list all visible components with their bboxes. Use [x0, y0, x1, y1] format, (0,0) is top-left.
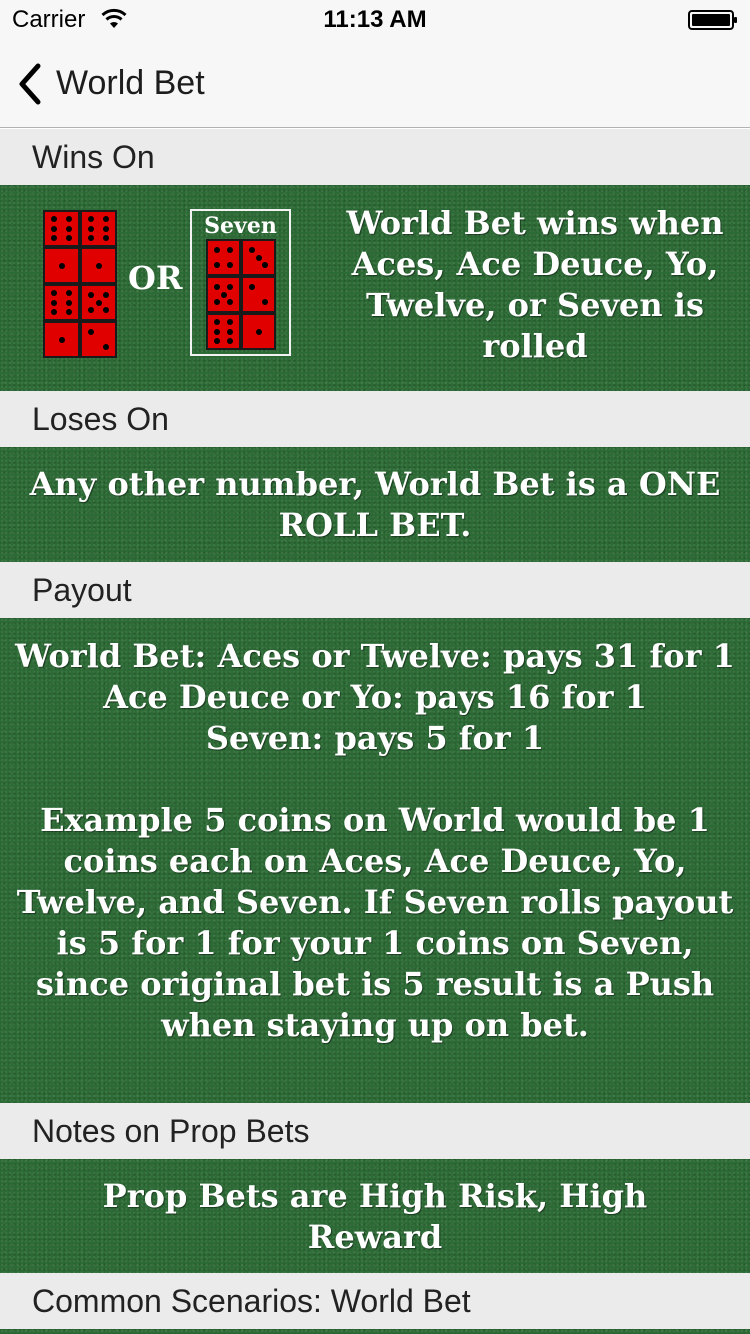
payout-line-aces-twelve: World Bet: Aces or Twelve: pays 31 for 1 — [15, 637, 735, 675]
die-pip — [213, 261, 220, 268]
seven-label: Seven — [204, 213, 277, 239]
back-chevron-icon[interactable] — [16, 62, 44, 106]
die-pip — [227, 328, 234, 335]
notes-text: Prop Bets are High Risk, High Reward — [102, 1177, 648, 1256]
die-face-1 — [241, 313, 276, 350]
die-pip — [51, 234, 58, 241]
die-pip — [213, 319, 220, 326]
die-pip — [102, 306, 109, 313]
die-pip — [95, 299, 102, 306]
die-pip — [213, 247, 220, 254]
die-pip — [102, 234, 109, 241]
die-pip — [262, 298, 269, 305]
wins-on-panel: OR Seven World Bet wins when Aces, Ace D… — [0, 185, 750, 391]
section-header-loses-on: Loses On — [0, 391, 750, 447]
die-pip — [262, 261, 269, 268]
section-header-notes: Notes on Prop Bets — [0, 1103, 750, 1159]
die-face-5 — [80, 284, 117, 321]
payout-panel: World Bet: Aces or Twelve: pays 31 for 1… — [0, 618, 750, 1103]
die-pip — [88, 216, 95, 223]
die-face-6 — [206, 313, 241, 350]
wins-on-text: World Bet wins when Aces, Ace Deuce, Yo,… — [346, 204, 724, 365]
die-pip — [102, 225, 109, 232]
die-pip — [95, 262, 102, 269]
die-pip — [88, 292, 95, 299]
seven-dice-box: Seven — [190, 209, 291, 356]
die-pip — [58, 336, 65, 343]
section-header-common-scenarios: Common Scenarios: World Bet — [0, 1273, 750, 1329]
die-face-1 — [43, 321, 80, 358]
section-header-payout: Payout — [0, 562, 750, 618]
die-pip — [227, 319, 234, 326]
die-pip — [51, 299, 58, 306]
die-pip — [220, 291, 227, 298]
die-pip — [227, 247, 234, 254]
die-pip — [227, 284, 234, 291]
clock: 11:13 AM — [323, 6, 427, 33]
navigation-bar: World Bet — [0, 40, 750, 128]
die-pip — [65, 225, 72, 232]
payout-blank-line — [12, 759, 738, 800]
die-face-6 — [43, 210, 80, 247]
battery-icon — [688, 10, 737, 30]
die-pip — [65, 216, 72, 223]
die-pip — [102, 292, 109, 299]
die-face-2 — [241, 276, 276, 313]
dice-combinations-seven — [206, 239, 276, 350]
die-pip — [51, 290, 58, 297]
loses-on-text: Any other number, World Bet is a ONE ROL… — [29, 465, 721, 544]
die-pip — [51, 308, 58, 315]
die-pip — [213, 284, 220, 291]
die-pip — [58, 262, 65, 269]
die-pip — [51, 216, 58, 223]
or-label: OR — [128, 259, 183, 297]
die-face-4 — [206, 239, 241, 276]
back-button[interactable]: World Bet — [56, 64, 205, 103]
payout-example-text: Example 5 coins on World would be 1 coin… — [16, 801, 734, 1044]
die-pip — [227, 261, 234, 268]
status-bar: Carrier 11:13 AM — [0, 0, 750, 40]
dice-combinations-left — [43, 210, 117, 358]
die-pip — [88, 234, 95, 241]
die-face-5 — [206, 276, 241, 313]
die-pip — [65, 290, 72, 297]
die-face-6 — [80, 210, 117, 247]
die-face-1 — [43, 247, 80, 284]
die-pip — [255, 328, 262, 335]
die-pip — [213, 328, 220, 335]
die-pip — [227, 337, 234, 344]
scenarios-panel — [0, 1329, 750, 1334]
notes-panel: Prop Bets are High Risk, High Reward — [0, 1159, 750, 1273]
loses-on-panel: Any other number, World Bet is a ONE ROL… — [0, 447, 750, 562]
section-header-wins-on: Wins On — [0, 129, 750, 185]
die-pip — [65, 234, 72, 241]
die-pip — [248, 284, 255, 291]
die-pip — [102, 343, 109, 350]
die-pip — [213, 298, 220, 305]
die-pip — [213, 337, 220, 344]
die-pip — [248, 247, 255, 254]
die-face-3 — [241, 239, 276, 276]
die-face-2 — [80, 321, 117, 358]
die-pip — [51, 225, 58, 232]
die-pip — [88, 225, 95, 232]
die-pip — [227, 298, 234, 305]
die-pip — [255, 254, 262, 261]
payout-line-ace-deuce-yo: Ace Deuce or Yo: pays 16 for 1 — [103, 678, 647, 716]
die-face-1 — [80, 247, 117, 284]
die-pip — [88, 306, 95, 313]
payout-line-seven: Seven: pays 5 for 1 — [205, 719, 545, 757]
die-face-6 — [43, 284, 80, 321]
die-pip — [65, 308, 72, 315]
die-pip — [102, 216, 109, 223]
die-pip — [88, 329, 95, 336]
die-pip — [65, 299, 72, 306]
